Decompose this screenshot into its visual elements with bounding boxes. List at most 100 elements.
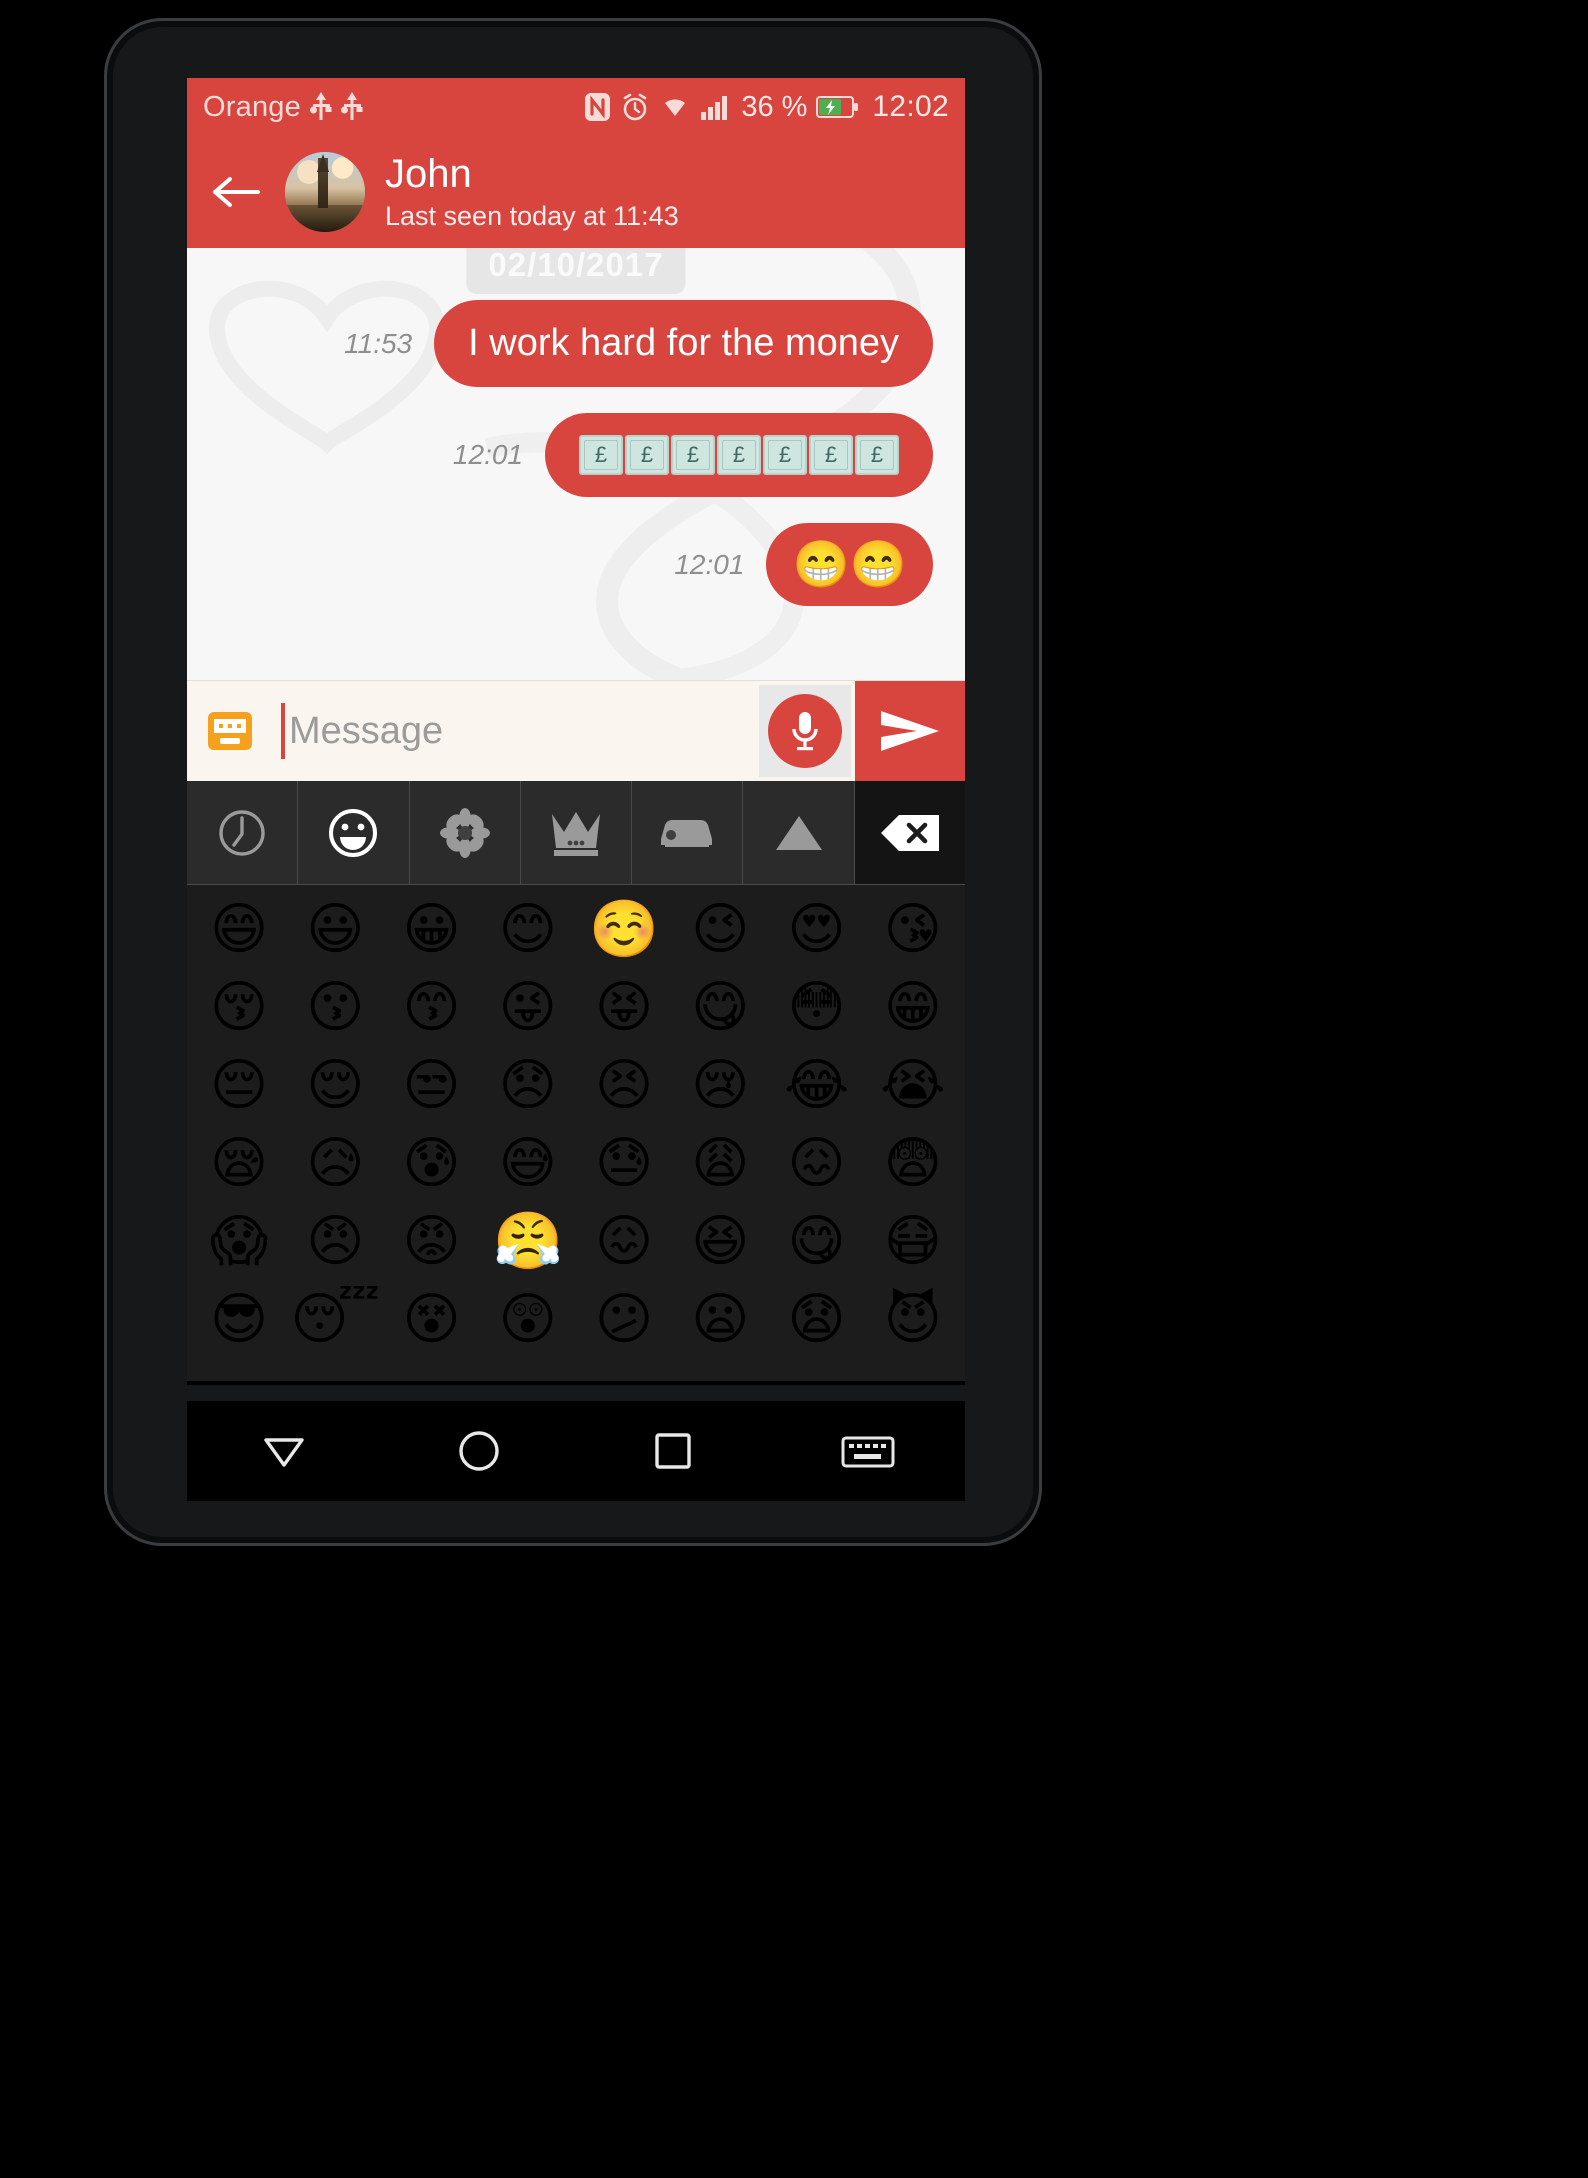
emoji-cell[interactable]: 😌 (287, 1047, 383, 1125)
emoji-tab-nature[interactable] (410, 781, 521, 884)
status-bar-left: Orange (203, 91, 363, 124)
car-icon (661, 819, 713, 847)
text-caret (281, 703, 285, 759)
emoji-cell[interactable]: 😋 (672, 969, 768, 1047)
emoji-grid[interactable]: 😄 😃 😀 😊 ☺️ 😉 😍 😘 😚 😗 😙 😜 😝 😋 😳 😁 😔 😌 😒 😞 😣 😢 😂 😭 😪 😥 😰 😅 😓 😩 😖 😨 😱 😠 😡 😤 😖 😆 😋… (187, 885, 965, 1381)
chat-message-list[interactable]: 02/10/2017 11:53 I work hard for the mon… (187, 248, 965, 680)
emoji-tab-backspace[interactable] (854, 781, 965, 884)
emoji-cell[interactable]: 😲 (480, 1281, 576, 1359)
banknote-icon: £ (763, 435, 807, 475)
emoji-cell[interactable]: 😠 (287, 1203, 383, 1281)
emoji-cell[interactable]: 😭 (865, 1047, 961, 1125)
message-bubble-text[interactable]: I work hard for the money (434, 300, 933, 387)
emoji-cell[interactable]: 😔 (191, 1047, 287, 1125)
emoji-cell[interactable]: 😕 (576, 1281, 672, 1359)
emoji-cell[interactable]: 😡 (384, 1203, 480, 1281)
emoji-cell[interactable]: 😊 (480, 891, 576, 969)
phone-screen: Orange 36 % 12:02 John Last seen today a… (187, 78, 965, 1385)
chat-message-row[interactable]: 12:01 😁😁 (187, 523, 965, 606)
emoji-tab-objects[interactable] (521, 781, 633, 884)
emoji-tab-smileys[interactable] (298, 781, 410, 884)
emoji-cell[interactable]: 😋 (769, 1203, 865, 1281)
backspace-icon (880, 814, 939, 851)
nfc-icon (584, 92, 611, 122)
emoji-cell[interactable]: 😙 (384, 969, 480, 1047)
emoji-cell[interactable]: 😜 (480, 969, 576, 1047)
emoji-cell[interactable]: 😦 (672, 1281, 768, 1359)
emoji-cell[interactable]: 😞 (480, 1047, 576, 1125)
emoji-cell[interactable]: 😷 (865, 1203, 961, 1281)
emoji-cell[interactable]: 😅 (480, 1125, 576, 1203)
status-bar: Orange 36 % 12:02 (187, 78, 965, 136)
battery-percent-label: 36 % (741, 90, 808, 123)
emoji-cell[interactable]: 😉 (672, 891, 768, 969)
emoji-cell[interactable]: 😣 (576, 1047, 672, 1125)
nav-keyboard-button[interactable] (823, 1416, 913, 1486)
nav-back-button[interactable] (239, 1416, 329, 1486)
emoji-cell[interactable]: 😓 (576, 1125, 672, 1203)
emoji-cell[interactable]: 😆 (672, 1203, 768, 1281)
signal-icon (700, 94, 732, 120)
emoji-cell[interactable]: 😢 (672, 1047, 768, 1125)
emoji-cell[interactable]: 😖 (769, 1125, 865, 1203)
emoji-cell[interactable]: 😃 (287, 891, 383, 969)
usb-icon (340, 92, 363, 122)
emoji-cell[interactable]: 😚 (191, 969, 287, 1047)
message-input[interactable]: Message (273, 703, 759, 759)
contact-name: John (385, 151, 472, 196)
device-frame: Orange 36 % 12:02 John Last seen today a… (104, 18, 1042, 1546)
wifi-icon (659, 94, 691, 120)
emoji-cell[interactable]: 😝 (576, 969, 672, 1047)
send-icon (881, 711, 939, 751)
emoji-cell[interactable]: 😍 (769, 891, 865, 969)
emoji-cell[interactable]: 😂 (769, 1047, 865, 1125)
nav-recents-button[interactable] (628, 1416, 718, 1486)
emoji-cell[interactable]: ☺️ (576, 891, 672, 969)
emoji-cell[interactable]: 😳 (769, 969, 865, 1047)
message-input-bar: Message (187, 680, 965, 782)
chat-message-row[interactable]: 11:53 I work hard for the money (187, 300, 965, 387)
emoji-cell[interactable]: 😁 (865, 969, 961, 1047)
emoji-cell[interactable]: 😖 (576, 1203, 672, 1281)
emoji-cell[interactable]: 😪 (191, 1125, 287, 1203)
emoji-cell[interactable]: 😨 (865, 1125, 961, 1203)
emoji-cell[interactable]: 😱 (191, 1203, 287, 1281)
banknote-icon: £ (625, 435, 669, 475)
emoji-cell[interactable]: 😤 (480, 1203, 576, 1281)
emoji-cell[interactable]: 😧 (769, 1281, 865, 1359)
message-placeholder: Message (289, 709, 444, 752)
emoji-cell[interactable]: 😄 (191, 891, 287, 969)
emoji-tab-symbols[interactable] (743, 781, 855, 884)
emoji-tab-travel[interactable] (632, 781, 744, 884)
emoji-cell[interactable]: 😎 (191, 1281, 287, 1359)
emoji-cell[interactable]: 😴 (287, 1281, 383, 1359)
emoji-cell[interactable]: 😈 (865, 1281, 961, 1359)
message-bubble-emoji[interactable]: 😁😁 (766, 523, 933, 606)
banknote-icon: £ (671, 435, 715, 475)
emoji-cell[interactable]: 😀 (384, 891, 480, 969)
smiley-icon (329, 808, 378, 857)
emoji-cell[interactable]: 😩 (672, 1125, 768, 1203)
emoji-cell[interactable]: 😘 (865, 891, 961, 969)
status-bar-right: 36 % 12:02 (584, 90, 949, 124)
emoji-cell[interactable]: 😵 (384, 1281, 480, 1359)
usb-icon (309, 92, 332, 122)
voice-record-button[interactable] (759, 685, 851, 777)
battery-charging-icon (816, 95, 860, 119)
avatar[interactable] (285, 152, 365, 232)
emoji-tab-recent[interactable] (187, 781, 299, 884)
emoji-cell[interactable]: 😰 (384, 1125, 480, 1203)
emoji-cell[interactable]: 😒 (384, 1047, 480, 1125)
chat-message-row[interactable]: 12:01 £ £ £ £ £ £ £ (187, 413, 965, 497)
emoji-cell[interactable]: 😗 (287, 969, 383, 1047)
flower-icon (439, 807, 490, 858)
status-clock: 12:02 (872, 90, 949, 123)
back-button[interactable] (209, 164, 265, 220)
clock-icon (219, 809, 265, 856)
keyboard-switch-button[interactable] (187, 712, 273, 750)
message-bubble-money[interactable]: £ £ £ £ £ £ £ (545, 413, 933, 497)
send-button[interactable] (855, 680, 965, 782)
money-notes-strip: £ £ £ £ £ £ £ (579, 435, 899, 475)
emoji-cell[interactable]: 😥 (287, 1125, 383, 1203)
nav-home-button[interactable] (434, 1416, 524, 1486)
